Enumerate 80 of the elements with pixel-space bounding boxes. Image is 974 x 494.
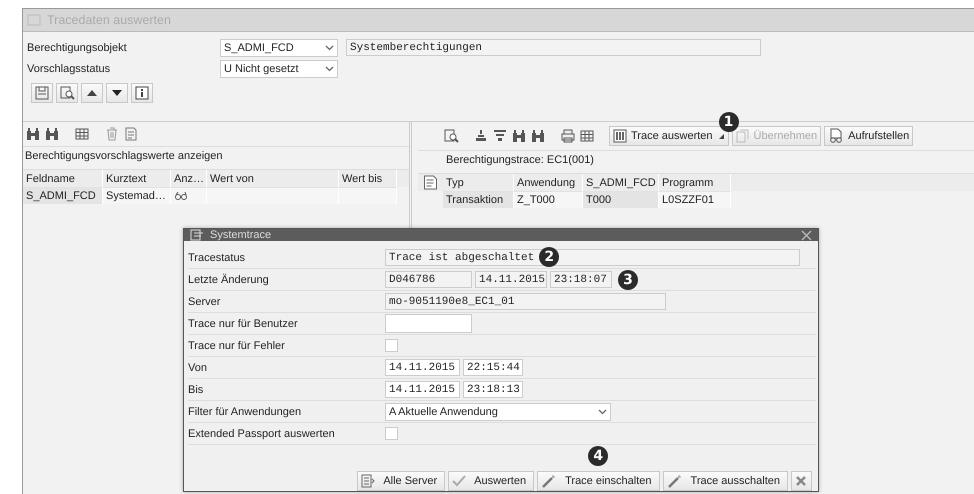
checkbox[interactable]	[385, 339, 398, 352]
find-next-icon[interactable]	[44, 126, 60, 142]
toolbar-button[interactable]: Aufrufstellen	[824, 126, 914, 146]
binoculars-icon[interactable]	[25, 126, 41, 142]
window-icon	[27, 14, 41, 26]
toolbar-button[interactable]: Trace auswerten	[609, 126, 729, 146]
callout-marker: 1	[718, 112, 739, 132]
dialog-button[interactable]: Trace ausschalten	[662, 471, 788, 491]
checkbox[interactable]	[385, 427, 398, 440]
sort-icon[interactable]	[473, 128, 489, 144]
column-header[interactable]: Typ	[443, 174, 514, 191]
display-field: 14.11.2015	[475, 271, 547, 288]
dialog-button[interactable]: Alle Server	[357, 471, 446, 491]
dropdown-field[interactable]: U Nicht gesetzt	[220, 60, 338, 78]
field-label: Tracestatus	[188, 252, 246, 264]
column-header[interactable]: Anz…	[171, 170, 207, 187]
close-icon[interactable]	[801, 230, 812, 240]
table-cell	[339, 187, 397, 204]
table-cell: Z_T000	[514, 191, 583, 208]
dropdown-arrow-icon	[716, 132, 725, 140]
glasses-icon[interactable]	[174, 191, 188, 201]
close-button[interactable]	[791, 471, 812, 491]
input-field[interactable]: 23:18:13	[463, 381, 523, 398]
pane-title: Berechtigungsvorschlagswerte anzeigen	[25, 150, 223, 162]
chevron-icon	[325, 66, 334, 72]
dialog-button[interactable]: Auswerten	[448, 471, 534, 491]
wand-icon	[666, 474, 683, 488]
field-label: Berechtigungsobjekt	[27, 42, 128, 54]
table-cell: S_ADMI_FCD	[23, 187, 103, 204]
field-label: Filter für Anwendungen	[188, 406, 302, 418]
field-label: Trace nur für Fehler	[188, 340, 286, 352]
detail-icon[interactable]	[443, 128, 459, 144]
callout-marker: 2	[539, 247, 560, 267]
input-field[interactable]: 14.11.2015	[385, 381, 460, 398]
checkmark-icon	[452, 474, 466, 488]
dropdown-field[interactable]: S_ADMI_FCD	[220, 38, 338, 56]
dialog-button[interactable]: Trace einschalten	[537, 471, 660, 491]
display-field: mo-9051190e8_EC1_01	[385, 293, 666, 310]
copy-icon	[736, 129, 750, 143]
field-label: Trace nur für Benutzer	[188, 318, 299, 330]
dialog-title: Systemtrace	[210, 229, 272, 241]
chevron-icon	[598, 408, 607, 414]
table-cell: Systemad…	[103, 187, 171, 204]
window-icon	[190, 229, 204, 241]
chevron-icon	[325, 44, 334, 50]
binoculars-icon[interactable]	[511, 128, 527, 144]
description-field: Systemberechtigungen	[346, 39, 761, 56]
trash-icon[interactable]	[104, 126, 120, 142]
column-header[interactable]: Wert bis	[339, 170, 397, 187]
dropdown-field[interactable]: A Aktuelle Anwendung	[385, 402, 611, 420]
column-header[interactable]: Anwendung	[514, 174, 583, 191]
wand-icon	[541, 474, 558, 488]
field-label: Letzte Änderung	[188, 274, 270, 286]
document-icon[interactable]	[123, 126, 139, 142]
field-label: Bis	[188, 384, 204, 396]
table-icon[interactable]	[579, 128, 595, 144]
callout-marker: 3	[618, 270, 638, 290]
pane-title: Berechtigungstrace: EC1(001)	[446, 154, 594, 166]
list-icon	[361, 474, 376, 488]
input-field[interactable]: 14.11.2015	[385, 359, 460, 376]
display-field: D046786	[385, 271, 472, 288]
find-next-icon[interactable]	[530, 128, 546, 144]
callout-marker: 4	[588, 446, 608, 466]
table-cell: L0SZZF01	[659, 191, 731, 208]
field-label: Server	[188, 296, 222, 308]
filter-icon[interactable]	[492, 128, 508, 144]
table-icon[interactable]	[74, 126, 90, 142]
field-label: Extended Passport auswerten	[188, 428, 336, 440]
input-field[interactable]: 22:15:44	[463, 359, 523, 376]
input-field[interactable]	[385, 314, 472, 333]
close-icon	[795, 475, 807, 487]
document-glasses-icon	[828, 128, 844, 144]
table-cell: Transaktion	[443, 191, 514, 208]
field-label: Vorschlagsstatus	[27, 62, 112, 74]
field-label: Von	[188, 362, 208, 374]
display-field: 23:18:07	[550, 271, 612, 288]
table-cell: T000	[583, 191, 659, 208]
grid-icon	[613, 129, 627, 143]
printer-icon[interactable]	[560, 128, 576, 144]
column-header[interactable]: Wert von	[207, 170, 339, 187]
